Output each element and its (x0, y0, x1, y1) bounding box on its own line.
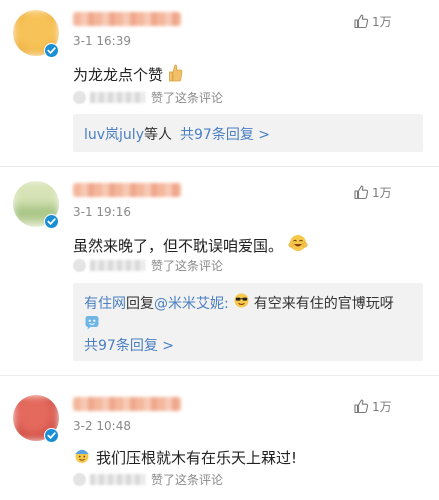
comment-text-content: 我们压根就木有在乐天上槑过! (96, 448, 298, 467)
comment-text-content: 为龙龙点个赞 (73, 65, 164, 84)
comment-time: 3-1 19:16 (73, 205, 131, 219)
thumbs-up-icon (353, 398, 369, 414)
comment-text-content: 虽然来晚了，但不耽误咱爱国。 (73, 236, 284, 255)
comment-text: 为龙龙点个赞 (73, 62, 184, 86)
reply-preview-line-2 (84, 314, 100, 334)
verified-badge-icon (44, 428, 59, 443)
liker-avatar (73, 258, 86, 272)
like-count: 1万 (372, 14, 392, 29)
username-redacted[interactable] (73, 397, 181, 411)
view-replies-link[interactable]: 共97条回复 > (84, 335, 174, 355)
reply-preview-box[interactable]: 有住网 回复 @米米艾妮: 有空来有住的官博玩呀 共97条回复 > (73, 283, 423, 361)
liked-row[interactable]: 赞了这条评论 (73, 257, 223, 273)
verified-badge-icon (44, 43, 59, 58)
like-button[interactable]: 1万 (353, 397, 392, 415)
divider (0, 166, 439, 167)
liked-row[interactable]: 赞了这条评论 (73, 89, 223, 105)
comment-item: 3-1 19:16 1万 虽然来晚了，但不耽误咱爱国。 赞了这条评论 有住网 回… (0, 181, 439, 371)
reply-mention-link[interactable]: @米米艾妮: (154, 293, 229, 313)
thumbs-up-emoji-icon (168, 62, 184, 86)
reply-users-link[interactable]: luv岚july (84, 124, 144, 144)
comment-time: 3-2 10:48 (73, 419, 131, 433)
reply-preview-box[interactable]: luv岚july 等人 共97条回复 > (73, 114, 423, 152)
like-button[interactable]: 1万 (353, 183, 392, 201)
liker-names-redacted (90, 91, 145, 103)
laughing-emoji-icon (288, 233, 308, 257)
divider (0, 375, 439, 376)
liked-row[interactable]: 赞了这条评论 (73, 471, 223, 487)
comment-text: 我们压根就木有在乐天上槑过! (73, 446, 297, 468)
reply-preview-line: 有住网 回复 @米米艾妮: 有空来有住的官博玩呀 (84, 292, 394, 313)
thumbs-up-icon (353, 184, 369, 200)
liker-names-redacted (90, 259, 145, 271)
comment-time: 3-1 16:39 (73, 34, 131, 48)
view-replies-link[interactable]: 共97条回复 > (180, 124, 270, 144)
liker-avatar (73, 90, 86, 104)
username-redacted[interactable] (73, 12, 181, 26)
comment-item: 3-1 16:39 1万 为龙龙点个赞 赞了这条评论 luv岚july 等人 共… (0, 10, 439, 160)
reply-author-link[interactable]: 有住网 (84, 293, 126, 313)
liked-label: 赞了这条评论 (151, 258, 224, 273)
reply-text: 有空来有住的官博玩呀 (253, 295, 394, 312)
liked-label: 赞了这条评论 (151, 472, 224, 487)
thumbs-up-icon (353, 13, 369, 29)
like-count: 1万 (372, 399, 392, 414)
liker-names-redacted (90, 473, 145, 485)
comment-item: 3-2 10:48 1万 我们压根就木有在乐天上槑过! 赞了这条评论 (0, 395, 439, 500)
reply-word: 回复 (126, 295, 154, 312)
verified-badge-icon (44, 214, 59, 229)
like-count: 1万 (372, 185, 392, 200)
like-button[interactable]: 1万 (353, 12, 392, 30)
hardhat-face-emoji-icon (73, 446, 91, 468)
comment-text: 虽然来晚了，但不耽误咱爱国。 (73, 233, 308, 257)
reply-users-suffix: 等人 (144, 127, 172, 143)
sunglasses-emoji-icon (233, 292, 250, 313)
liker-avatar (73, 472, 86, 486)
username-redacted[interactable] (73, 183, 181, 197)
liked-label: 赞了这条评论 (151, 90, 224, 105)
reply-count-line: 共97条回复 > (84, 335, 174, 355)
blue-face-emoji-icon (84, 314, 100, 334)
reply-preview-line: luv岚july 等人 共97条回复 > (84, 124, 270, 144)
